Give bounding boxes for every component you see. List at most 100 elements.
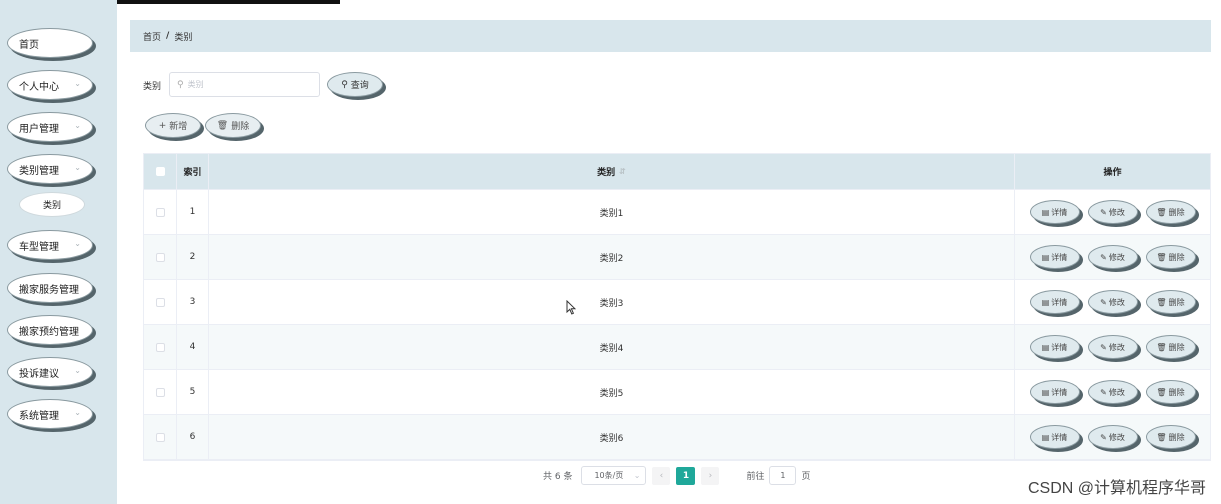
delete-button[interactable]: 🗑 删除 [1145,335,1196,359]
row-category: 类别1 [209,190,1015,234]
row-checkbox[interactable] [155,297,165,307]
row-actions: ▤ 详情 ✎ 修改 🗑 删除 [1015,370,1210,414]
sidebar-item-label: 搬家预约管理 [19,326,79,338]
row-checkbox[interactable] [155,432,165,442]
add-button-label: 新增 [169,122,188,132]
sidebar-item-moving-booking[interactable]: 搬家预约管理 [7,315,93,345]
row-checkbox[interactable] [155,252,165,262]
row-category: 类别4 [209,325,1015,369]
category-table: 索引 类别 ⇵ 操作 1 类别1 ▤ 详情 ✎ 修改 🗑 删除 2 类别2 ▤ 详情 ✎ 修改 🗑 删除 3 类别3… [143,153,1211,461]
sidebar-item-category-mgmt[interactable]: 类别管理 ⌄ [7,154,93,184]
trash-icon: 🗑 [1156,252,1167,262]
goto-page-input[interactable] [769,466,797,485]
sort-icon[interactable]: ⇵ [619,167,626,176]
trash-icon: 🗑 [1156,387,1167,397]
breadcrumb-home[interactable]: 首页 [143,30,161,43]
row-index: 6 [177,415,209,459]
chevron-down-icon: ⌄ [74,121,81,130]
sidebar-subitem-category[interactable]: 类别 [19,192,85,217]
table-row: 2 类别2 ▤ 详情 ✎ 修改 🗑 删除 [144,235,1210,280]
detail-button[interactable]: ▤ 详情 [1029,425,1080,449]
sidebar-item-label: 系统管理 [19,410,59,422]
document-icon: ▤ [1041,297,1050,307]
delete-button[interactable]: 🗑 删除 [1145,425,1196,449]
sidebar-item-vehicle-mgmt[interactable]: 车型管理 ⌄ [7,230,93,260]
sidebar-item-label: 车型管理 [19,241,59,253]
sidebar: 首页 个人中心 ⌄ 用户管理 ⌄ 类别管理 ⌄ 类别 车型管理 ⌄ 搬家服务管理 搬家预… [0,0,117,504]
detail-button[interactable]: ▤ 详情 [1029,200,1080,224]
detail-button[interactable]: ▤ 详情 [1029,335,1080,359]
edit-button[interactable]: ✎ 修改 [1087,425,1138,449]
next-page-button[interactable]: › [701,466,720,485]
column-header-category[interactable]: 类别 ⇵ [209,154,1015,189]
chevron-down-icon: ⌄ [74,163,81,172]
watermark: CSDN @计算机程序华哥 [1027,480,1206,497]
row-index: 5 [177,370,209,414]
row-actions: ▤ 详情 ✎ 修改 🗑 删除 [1015,190,1210,234]
plus-icon: + [158,120,167,131]
row-category: 类别2 [209,235,1015,279]
sidebar-item-label: 首页 [19,39,39,51]
batch-delete-label: 删除 [231,122,250,132]
detail-button[interactable]: ▤ 详情 [1029,380,1080,404]
edit-button[interactable]: ✎ 修改 [1087,290,1138,314]
delete-button[interactable]: 🗑 删除 [1145,290,1196,314]
breadcrumb-current: 类别 [174,32,193,43]
chevron-down-icon: ⌄ [74,366,81,375]
delete-button[interactable]: 🗑 删除 [1145,245,1196,269]
search-input[interactable] [187,80,303,89]
row-checkbox[interactable] [155,387,165,397]
query-button-label: 查询 [350,81,369,91]
sidebar-item-label: 用户管理 [19,123,59,135]
sidebar-item-label: 类别管理 [19,165,59,177]
edit-button[interactable]: ✎ 修改 [1087,380,1138,404]
detail-button[interactable]: ▤ 详情 [1029,290,1080,314]
sidebar-item-users[interactable]: 用户管理 ⌄ [7,112,93,142]
search-field[interactable]: ⚲ [169,72,320,97]
pencil-icon: ✎ [1100,207,1107,217]
table-row: 3 类别3 ▤ 详情 ✎ 修改 🗑 删除 [144,280,1210,325]
pencil-icon: ✎ [1100,297,1107,307]
sidebar-item-moving-service[interactable]: 搬家服务管理 [7,273,93,303]
row-index: 4 [177,325,209,369]
edit-button[interactable]: ✎ 修改 [1087,200,1138,224]
sidebar-item-home[interactable]: 首页 [7,28,93,58]
table-header: 索引 类别 ⇵ 操作 [144,154,1210,190]
row-checkbox[interactable] [155,207,165,217]
prev-page-button[interactable]: ‹ [652,466,671,485]
add-button[interactable]: + 新增 [145,113,201,138]
detail-button[interactable]: ▤ 详情 [1029,245,1080,269]
delete-button[interactable]: 🗑 删除 [1145,200,1196,224]
select-all-checkbox[interactable] [155,167,165,176]
row-checkbox[interactable] [155,342,165,352]
pencil-icon: ✎ [1100,342,1107,352]
table-row: 6 类别6 ▤ 详情 ✎ 修改 🗑 删除 [144,415,1210,460]
mouse-cursor-icon [566,300,576,315]
sidebar-item-label: 投诉建议 [19,368,59,380]
search-icon: ⚲ [177,79,184,90]
sidebar-item-label: 搬家服务管理 [19,284,79,296]
sidebar-item-feedback[interactable]: 投诉建议 ⌄ [7,357,93,387]
edit-button[interactable]: ✎ 修改 [1087,245,1138,269]
row-index: 2 [177,235,209,279]
pencil-icon: ✎ [1100,432,1107,442]
document-icon: ▤ [1041,387,1050,397]
page-suffix: 页 [801,472,811,482]
sidebar-item-profile[interactable]: 个人中心 ⌄ [7,70,93,100]
table-row: 1 类别1 ▤ 详情 ✎ 修改 🗑 删除 [144,190,1210,235]
chevron-down-icon: ⌄ [74,408,81,417]
trash-icon: 🗑 [1156,342,1167,352]
chevron-down-icon: ⌄ [633,471,641,480]
query-button[interactable]: ⚲ 查询 [327,72,383,97]
sidebar-item-system[interactable]: 系统管理 ⌄ [7,399,93,429]
page-number-current[interactable]: 1 [676,466,696,485]
page-size-select[interactable]: 10条/页 ⌄ [581,466,647,485]
chevron-down-icon: ⌄ [74,79,81,88]
document-icon: ▤ [1041,207,1050,217]
row-index: 1 [177,190,209,234]
edit-button[interactable]: ✎ 修改 [1087,335,1138,359]
document-icon: ▤ [1041,342,1050,352]
delete-button[interactable]: 🗑 删除 [1145,380,1196,404]
batch-delete-button[interactable]: 🗑 删除 [205,113,261,138]
document-icon: ▤ [1041,432,1050,442]
